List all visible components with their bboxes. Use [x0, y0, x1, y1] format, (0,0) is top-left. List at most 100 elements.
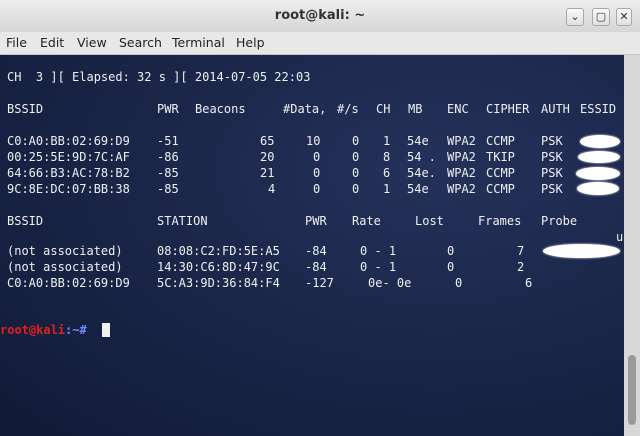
sta-pwr: -127 — [305, 276, 334, 290]
ap-auth: PSK — [541, 182, 563, 196]
sta-lost: 0 — [455, 276, 463, 290]
ap-header-data: #Data, — [283, 102, 327, 116]
sta-header-rate: Rate — [352, 214, 381, 228]
ap-auth: PSK — [541, 134, 563, 148]
ap-beacons: 65 — [260, 134, 275, 148]
scrollbar[interactable] — [624, 55, 640, 436]
ap-enc: WPA2 — [447, 150, 476, 164]
sta-bssid: (not associated) — [7, 260, 123, 274]
sta-frames: 7 — [517, 244, 525, 258]
ap-pwr: -85 — [157, 182, 179, 196]
close-button[interactable]: ✕ — [616, 8, 632, 26]
sta-header-bssid: BSSID — [7, 214, 44, 228]
sta-bssid: (not associated) — [7, 244, 123, 258]
sta-rate: 0e- 0e — [368, 276, 412, 290]
ap-cipher: CCMP — [486, 134, 515, 148]
ap-ch: 1 — [383, 134, 391, 148]
sta-frames: 6 — [525, 276, 533, 290]
sta-pwr: -84 — [305, 260, 327, 274]
ap-rate: 0 — [352, 182, 360, 196]
ap-enc: WPA2 — [447, 182, 476, 196]
menu-bar: File Edit View Search Terminal Help — [0, 32, 640, 55]
essid-redaction — [576, 167, 620, 180]
sta-lost: 0 — [447, 260, 455, 274]
essid-redaction — [580, 135, 620, 148]
menu-terminal[interactable]: Terminal — [172, 35, 225, 50]
ap-enc: WPA2 — [447, 134, 476, 148]
shell-prompt: root@kali:~# — [0, 323, 87, 337]
ap-header-essid: ESSID — [580, 102, 617, 116]
scrollbar-thumb[interactable] — [628, 355, 636, 425]
status-line: CH 3 ][ Elapsed: 32 s ][ 2014-07-05 22:0… — [7, 70, 311, 84]
ap-mb: 54e. — [407, 166, 436, 180]
sta-station: 08:08:C2:FD:5E:A5 — [157, 244, 280, 258]
menu-help[interactable]: Help — [236, 35, 265, 50]
ap-data: 0 — [313, 182, 321, 196]
sta-header-probe: Probe — [541, 214, 578, 228]
ap-bssid: 00:25:5E:9D:7C:AF — [7, 150, 130, 164]
ap-beacons: 21 — [260, 166, 275, 180]
title-bar[interactable]: root@kali: ~ ⌄ ▢ ✕ — [0, 0, 640, 32]
ap-header-ch: CH — [376, 102, 391, 116]
text-cursor — [102, 323, 110, 337]
maximize-button[interactable]: ▢ — [592, 8, 610, 26]
sta-header-lost: Lost — [415, 214, 444, 228]
ap-mb: 54 . — [407, 150, 436, 164]
ap-bssid: 9C:8E:DC:07:BB:38 — [7, 182, 130, 196]
ap-data: 10 — [306, 134, 321, 148]
probe-stray-char: u — [616, 230, 624, 244]
essid-redaction — [577, 182, 619, 195]
ap-auth: PSK — [541, 150, 563, 164]
ap-rate: 0 — [352, 150, 360, 164]
ap-header-auth: AUTH — [541, 102, 570, 116]
ap-pwr: -86 — [157, 150, 179, 164]
ap-header-cipher: CIPHER — [486, 102, 530, 116]
menu-view[interactable]: View — [77, 35, 107, 50]
ap-beacons: 4 — [268, 182, 276, 196]
menu-file[interactable]: File — [6, 35, 27, 50]
ap-data: 0 — [313, 166, 321, 180]
ap-header-rate: #/s — [337, 102, 359, 116]
sta-frames: 2 — [517, 260, 525, 274]
ap-data: 0 — [313, 150, 321, 164]
ap-ch: 6 — [383, 166, 391, 180]
ap-header-beacons: Beacons — [195, 102, 246, 116]
probe-redaction — [543, 244, 620, 258]
ap-header-enc: ENC — [447, 102, 469, 116]
ap-enc: WPA2 — [447, 166, 476, 180]
sta-pwr: -84 — [305, 244, 327, 258]
prompt-user: root@kali — [0, 323, 66, 337]
ap-header-pwr: PWR — [157, 102, 179, 116]
ap-mb: 54e — [407, 134, 429, 148]
sta-lost: 0 — [447, 244, 455, 258]
ap-bssid: 64:66:B3:AC:78:B2 — [7, 166, 130, 180]
ap-cipher: CCMP — [486, 182, 515, 196]
ap-mb: 54e — [407, 182, 429, 196]
prompt-path: :~# — [65, 323, 87, 337]
sta-header-frames: Frames — [478, 214, 522, 228]
menu-search[interactable]: Search — [119, 35, 162, 50]
ap-rate: 0 — [352, 166, 360, 180]
sta-header-pwr: PWR — [305, 214, 327, 228]
ap-cipher: CCMP — [486, 166, 515, 180]
sta-bssid: C0:A0:BB:02:69:D9 — [7, 276, 130, 290]
sta-station: 14:30:C6:8D:47:9C — [157, 260, 280, 274]
sta-station: 5C:A3:9D:36:84:F4 — [157, 276, 280, 290]
minimize-button[interactable]: ⌄ — [566, 8, 584, 26]
sta-rate: 0 - 1 — [360, 244, 397, 258]
ap-beacons: 20 — [260, 150, 275, 164]
menu-edit[interactable]: Edit — [40, 35, 64, 50]
ap-auth: PSK — [541, 166, 563, 180]
ap-ch: 8 — [383, 150, 391, 164]
window-title: root@kali: ~ — [274, 8, 366, 23]
essid-redaction — [578, 151, 620, 163]
sta-rate: 0 - 1 — [360, 260, 397, 274]
ap-rate: 0 — [352, 134, 360, 148]
ap-pwr: -51 — [157, 134, 179, 148]
ap-bssid: C0:A0:BB:02:69:D9 — [7, 134, 130, 148]
ap-ch: 1 — [383, 182, 391, 196]
ap-header-mb: MB — [408, 102, 423, 116]
ap-pwr: -85 — [157, 166, 179, 180]
ap-header-bssid: BSSID — [7, 102, 44, 116]
sta-header-station: STATION — [157, 214, 208, 228]
